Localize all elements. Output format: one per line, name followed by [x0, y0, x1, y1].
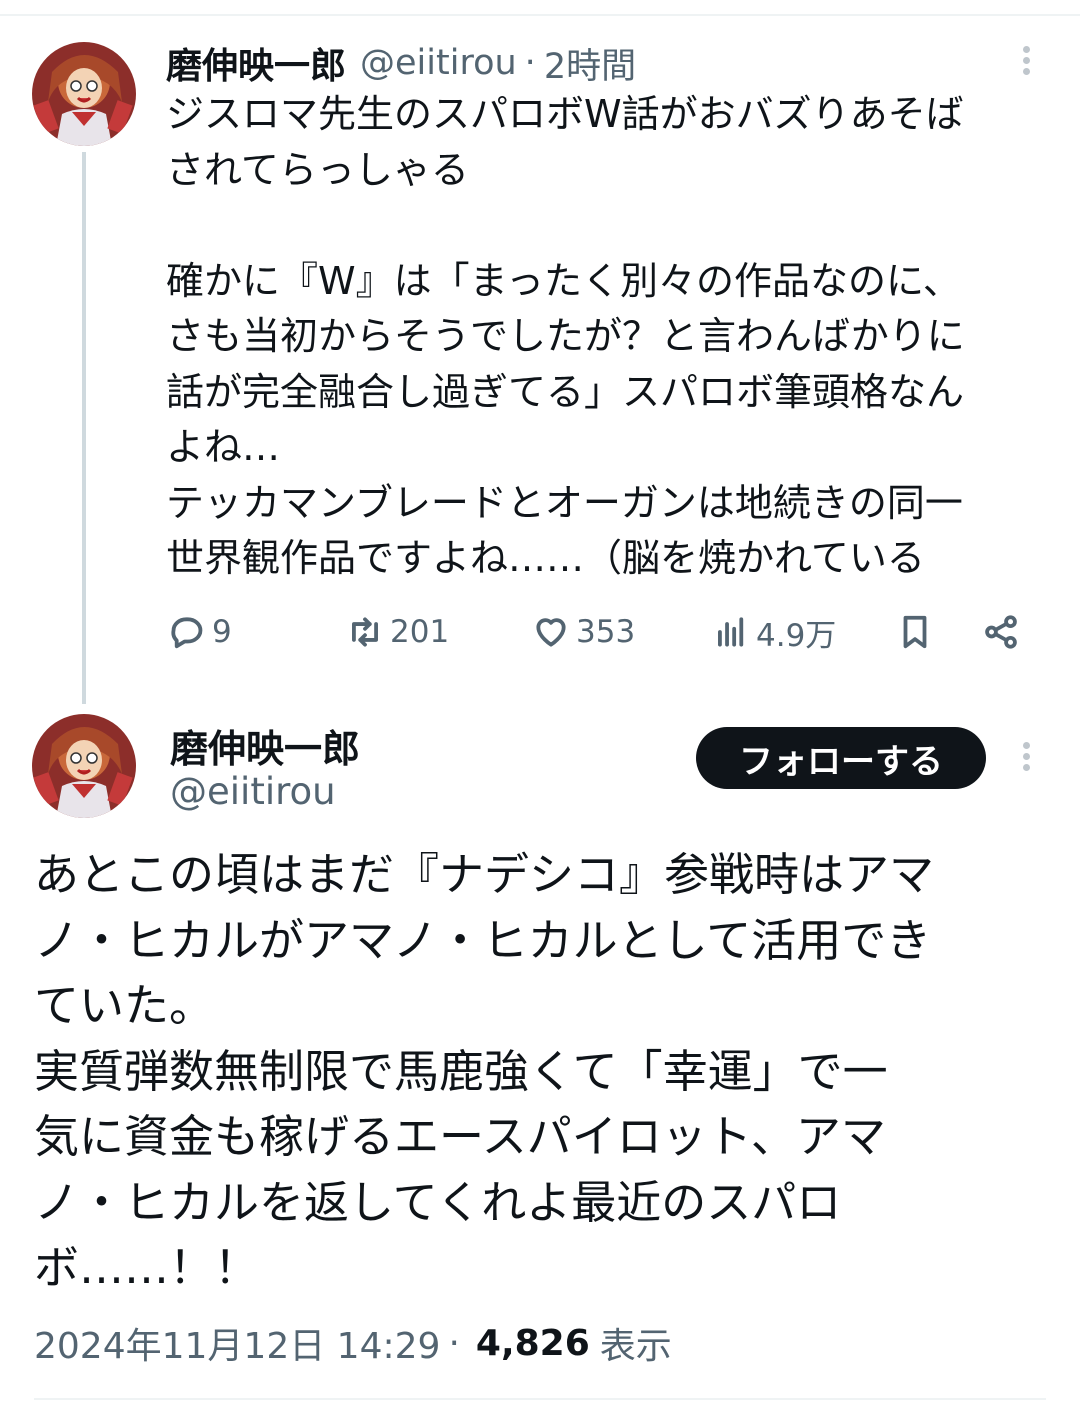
- tweet-line: ていた。: [34, 979, 215, 1032]
- share-icon: [985, 615, 1017, 649]
- retweet-icon: [352, 617, 378, 647]
- like-icon: [536, 618, 566, 647]
- user-handle[interactable]: @eiitirou: [360, 43, 517, 83]
- thread-connector: [82, 152, 86, 704]
- tweet-line: ノ・ヒカルがアマノ・ヒカルとして活用でき: [34, 913, 932, 967]
- avatar[interactable]: [32, 714, 136, 818]
- tweet-line: 実質弾数無制限で馬鹿強くて「幸運」で一: [34, 1044, 888, 1098]
- tweet-line: ジスロマ先生のスパロボW話がおバズりあそば: [166, 92, 964, 136]
- retweet-count: 201: [390, 614, 450, 650]
- view-count: 4,826: [475, 1322, 590, 1364]
- tweet-line: 気に資金も稼げるエースパイロット、アマ: [34, 1110, 886, 1163]
- share-button[interactable]: [982, 606, 1020, 658]
- tweet-line: 世界観作品ですよね……（脳を焼かれている: [166, 536, 925, 580]
- tweet2-meta: 2024年11月12日 14:29 · 4,826 表示: [34, 1318, 672, 1368]
- avatar[interactable]: [32, 42, 136, 146]
- more-icon[interactable]: [1016, 738, 1036, 778]
- post-timestamp[interactable]: 2024年11月12日 14:29: [34, 1317, 440, 1369]
- avatar-illustration: [32, 714, 136, 818]
- tweet-line: 確かに『W』は「まったく別々の作品なのに、: [166, 258, 961, 303]
- retweet-button[interactable]: 201: [346, 606, 449, 658]
- top-divider: [0, 14, 1080, 16]
- reply-icon: [171, 617, 203, 649]
- follow-button[interactable]: フォローする: [696, 727, 986, 789]
- separator: ·: [524, 43, 536, 83]
- tweet-line: さも当初からそうでしたが？と言わんばかりに: [166, 314, 965, 358]
- tweet-line: よね…: [166, 425, 281, 469]
- views-icon: [718, 617, 744, 647]
- tweet1-header: 磨伸映一郎 @eiitirou · 2時間: [166, 37, 636, 89]
- view-label: 表示: [599, 1326, 672, 1367]
- bottom-divider: [34, 1398, 1046, 1400]
- reply-button[interactable]: 9: [168, 606, 232, 658]
- tweet-line: 話が完全融合し過ぎてる」スパロボ筆頭格なん: [166, 369, 965, 414]
- tweet1-actions: 9 201 353 4.9万: [166, 606, 1046, 658]
- more-icon[interactable]: [1016, 42, 1036, 82]
- like-count: 353: [576, 614, 636, 650]
- tweet2-text: あとこの頃はまだ『ナデシコ』参戦時はアマ ノ・ヒカルがアマノ・ヒカルとして活用で…: [34, 842, 1054, 1301]
- tweet-line: あとこの頃はまだ『ナデシコ』参戦時はアマ: [34, 848, 935, 901]
- tweet-line: されてらっしゃる: [166, 147, 469, 192]
- bookmark-button[interactable]: [896, 606, 934, 658]
- post-time[interactable]: 2時間: [544, 38, 636, 89]
- tweet1-text: ジスロマ先生のスパロボW話がおバズりあそば されてらっしゃる 確かに『W』は「ま…: [166, 87, 1056, 587]
- views-button[interactable]: 4.9万: [712, 606, 836, 658]
- display-name[interactable]: 磨伸映一郎: [166, 37, 346, 89]
- tweet-line: ノ・ヒカルを返してくれよ最近のスパロ: [34, 1175, 842, 1229]
- views-count: 4.9万: [756, 617, 837, 654]
- display-name[interactable]: 磨伸映一郎: [170, 718, 360, 773]
- like-button[interactable]: 353: [532, 606, 635, 658]
- tweet-line: [166, 198, 1056, 254]
- tweet-line: ボ……！！: [34, 1241, 260, 1294]
- avatar-illustration: [32, 42, 136, 146]
- bookmark-icon: [903, 615, 927, 649]
- user-handle[interactable]: @eiitirou: [170, 770, 336, 813]
- separator: ·: [448, 1322, 460, 1364]
- reply-count: 9: [212, 614, 232, 650]
- tweet-line: テッカマンブレードとオーガンは地続きの同一: [166, 480, 963, 525]
